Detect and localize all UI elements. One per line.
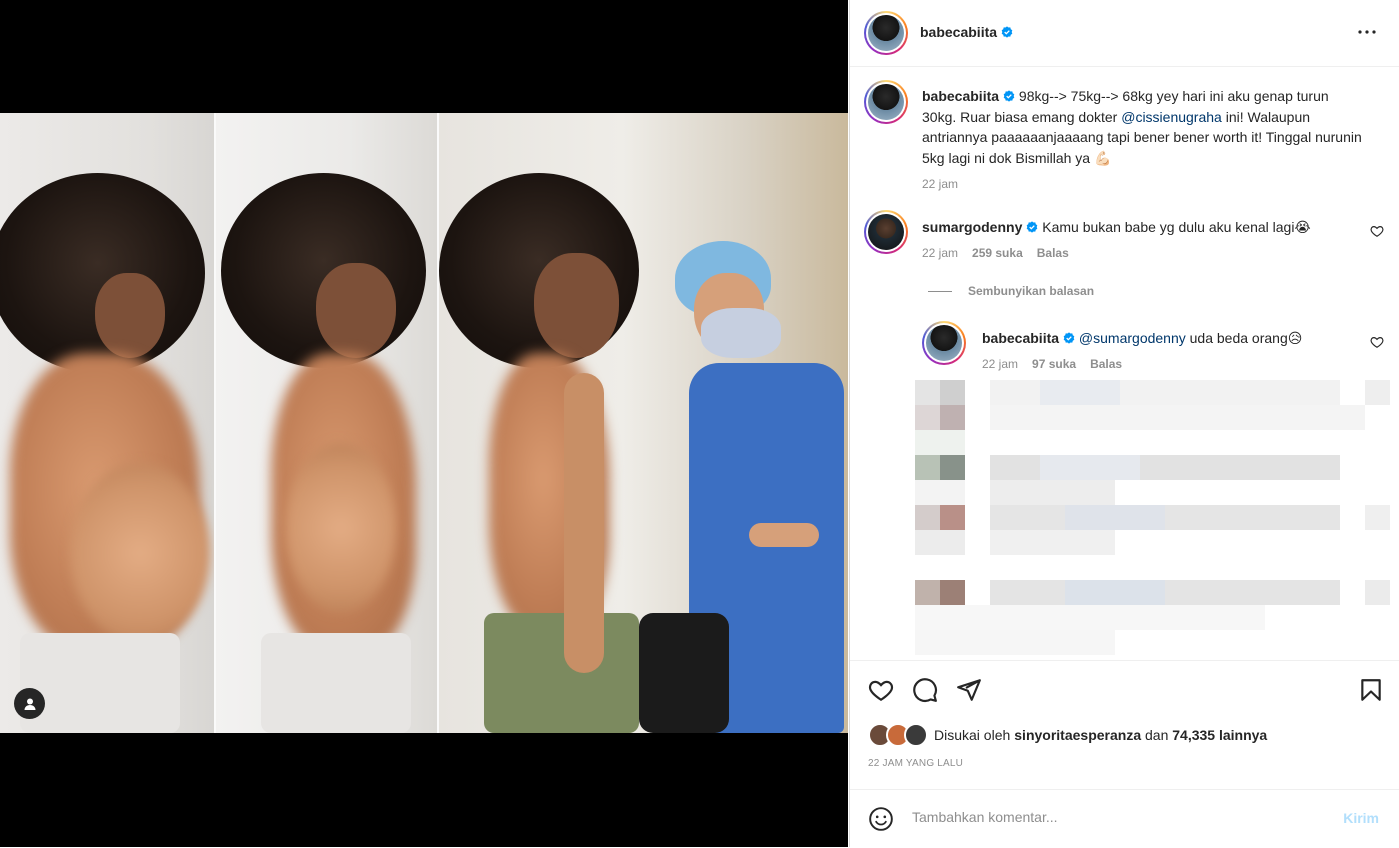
heart-icon[interactable]	[868, 677, 894, 708]
reply-like-heart-icon[interactable]	[1370, 335, 1384, 354]
comment-likes[interactable]: 259 suka	[972, 246, 1023, 260]
comment-icon[interactable]	[912, 677, 938, 708]
comment-username[interactable]: sumargodenny	[922, 219, 1022, 235]
tagged-user-icon[interactable]	[14, 688, 45, 719]
caption-time[interactable]: 22 jam	[922, 174, 1362, 195]
post-photo[interactable]	[0, 113, 848, 733]
pixelated-comments	[915, 380, 1399, 655]
verified-badge-icon	[1027, 221, 1038, 233]
more-options-icon[interactable]	[1357, 22, 1377, 47]
post-media[interactable]	[0, 0, 848, 847]
emoji-icon[interactable]	[868, 806, 894, 837]
reply-text: uda beda orang😥	[1185, 330, 1303, 346]
reply-mention-link[interactable]: @sumargodenny	[1079, 330, 1186, 346]
reply-item: babecabiita @sumargodenny uda beda orang…	[922, 321, 1384, 381]
comment-text: Kamu bukan babe yg dulu aku kenal lagi😭	[1042, 219, 1311, 235]
comment-composer: Kirim	[850, 789, 1399, 848]
verified-badge-icon	[1003, 90, 1015, 102]
comment-time[interactable]: 22 jam	[922, 246, 958, 260]
post-header: babecabiita	[850, 0, 1399, 67]
share-icon[interactable]	[956, 677, 982, 708]
caption-username[interactable]: babecabiita	[922, 88, 999, 104]
photo-panel-after	[439, 113, 848, 733]
reply-avatar[interactable]	[922, 321, 966, 365]
comment-input[interactable]	[910, 808, 1314, 826]
hide-replies-button[interactable]: Sembunyikan balasan	[928, 284, 1094, 298]
photo-panel-middle	[216, 113, 437, 733]
comment-avatar[interactable]	[864, 210, 908, 254]
verified-badge-icon	[1063, 332, 1075, 344]
likes-count[interactable]: 74,335 lainnya	[1172, 727, 1267, 743]
reply-username[interactable]: babecabiita	[982, 330, 1059, 346]
caption-author-avatar[interactable]	[864, 80, 908, 124]
post-actions: Disukai oleh sinyoritaesperanza dan 74,3…	[850, 660, 1399, 791]
comment-reply-button[interactable]: Balas	[1037, 246, 1069, 260]
post-timestamp[interactable]: 22 JAM YANG LALU	[868, 758, 963, 769]
comment-like-heart-icon[interactable]	[1370, 224, 1384, 243]
bookmark-icon[interactable]	[1358, 677, 1384, 708]
likes-summary[interactable]: Disukai oleh sinyoritaesperanza dan 74,3…	[868, 723, 1267, 747]
caption-mention-link[interactable]: @cissienugraha	[1121, 109, 1222, 125]
reply-time[interactable]: 22 jam	[982, 357, 1018, 371]
comment-item: sumargodenny Kamu bukan babe yg dulu aku…	[864, 210, 1384, 270]
author-avatar[interactable]	[864, 11, 908, 55]
liker-avatars	[868, 723, 928, 747]
caption-text: babecabiita 98kg--> 75kg--> 68kg yey har…	[922, 86, 1362, 195]
post-side-panel: babecabiita babecabiita 98kg--> 75kg--> …	[849, 0, 1399, 847]
author-username-header[interactable]: babecabiita	[920, 24, 1013, 42]
reply-likes[interactable]: 97 suka	[1032, 357, 1076, 371]
verified-badge-icon	[1001, 26, 1013, 38]
reply-reply-button[interactable]: Balas	[1090, 357, 1122, 371]
liker-username[interactable]: sinyoritaesperanza	[1014, 727, 1141, 743]
send-comment-button[interactable]: Kirim	[1343, 810, 1379, 826]
photo-panel-before	[0, 113, 214, 733]
